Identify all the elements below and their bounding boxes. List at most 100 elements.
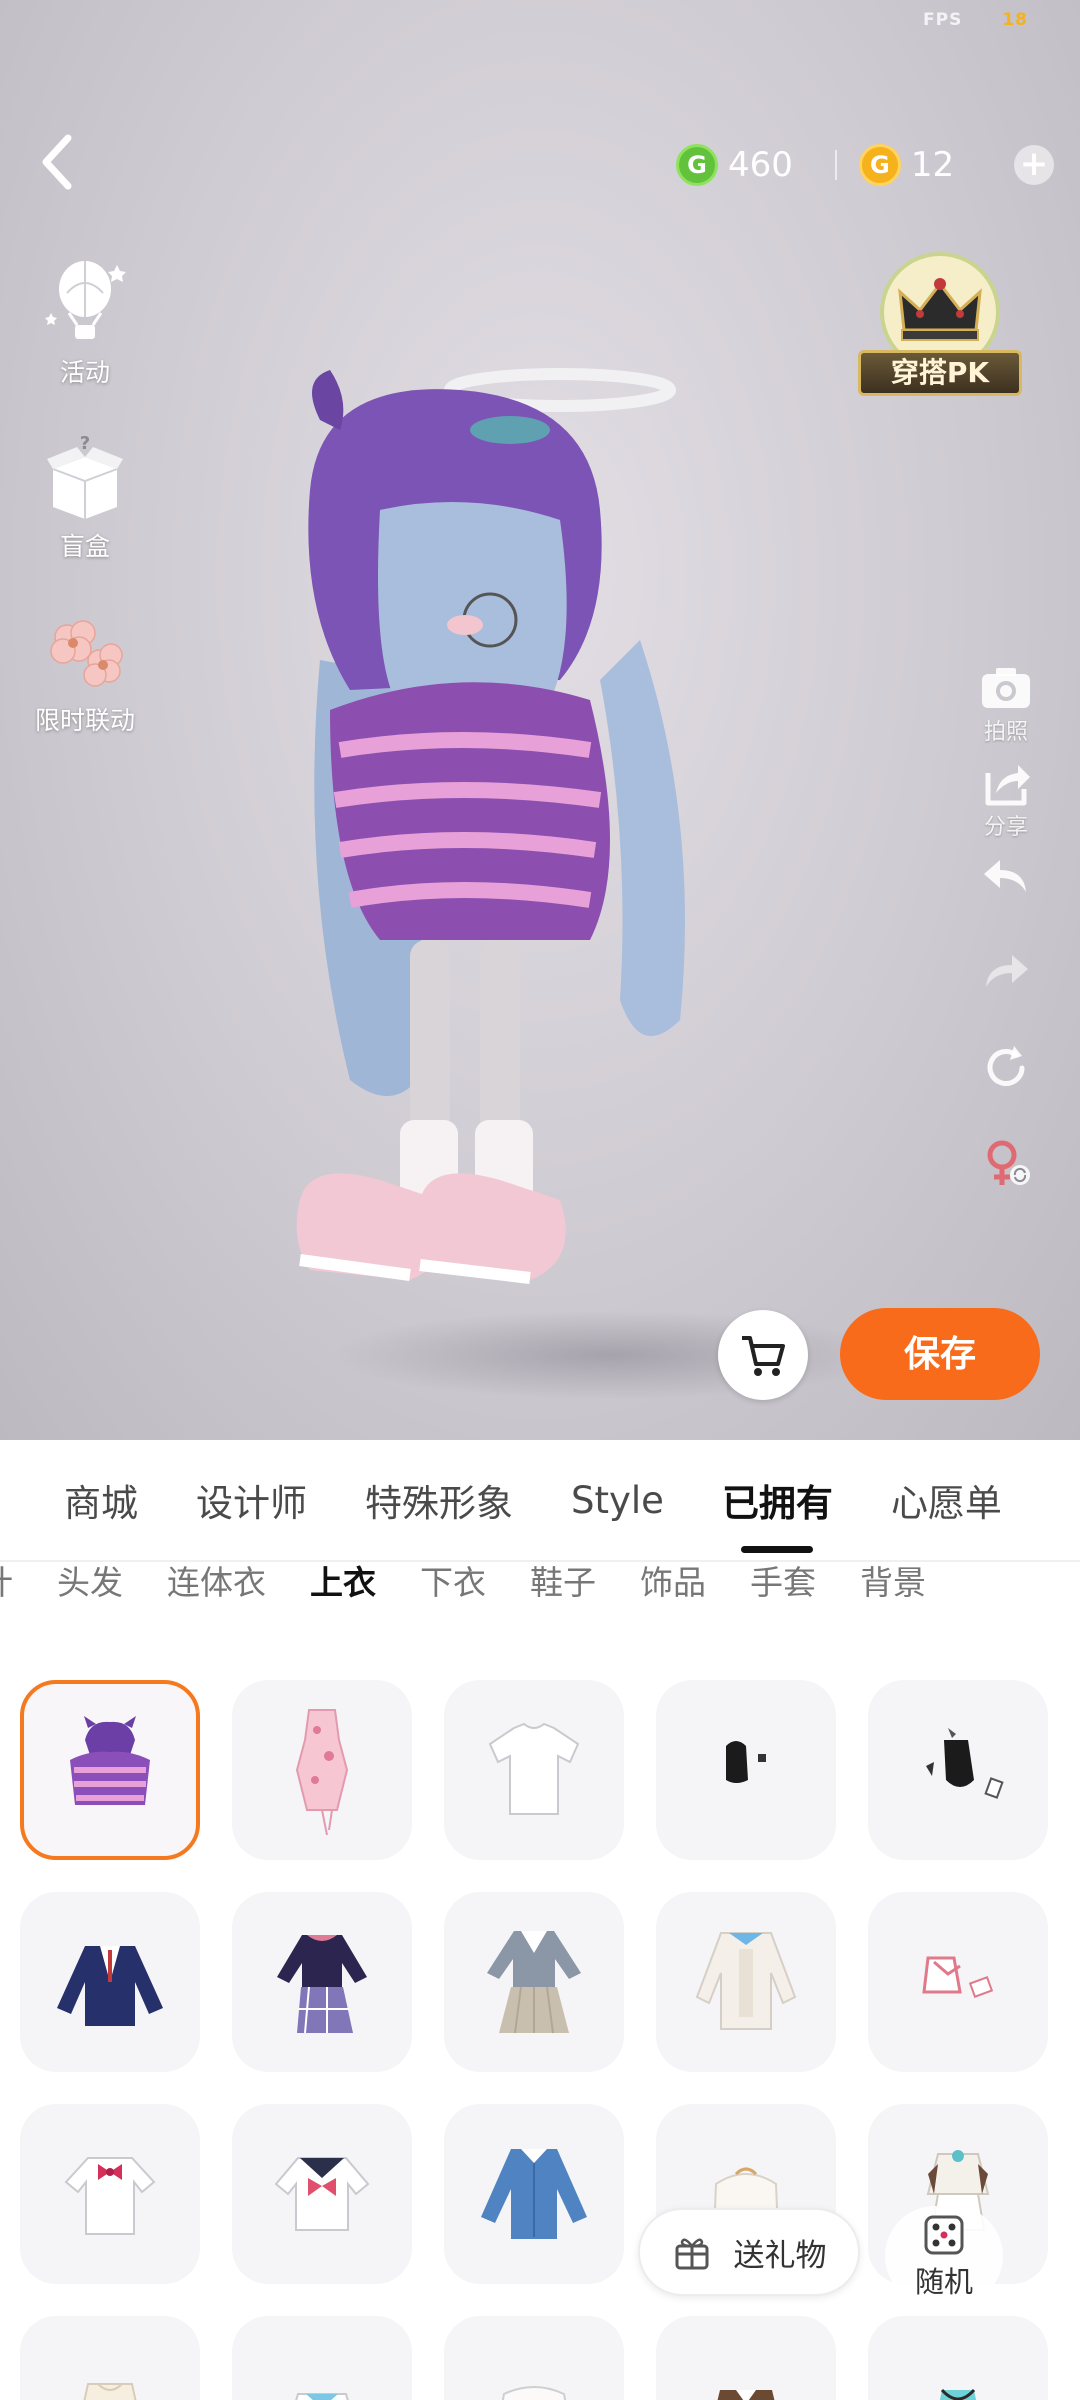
fps-value: 18: [1002, 10, 1028, 30]
menu-label-collab: 限时联动: [34, 706, 135, 735]
right-toolbar: 拍照 分享: [970, 660, 1042, 1230]
gift-icon: [675, 2238, 708, 2270]
tab-category-8[interactable]: 背景: [860, 1556, 926, 1604]
outfit-pk-label: 穿搭PK: [858, 350, 1022, 396]
photo-button[interactable]: 拍照: [970, 660, 1042, 755]
pink-crop-top-icon: [922, 1956, 994, 1998]
random-label: 随机: [914, 2265, 973, 2299]
item-navy-blazer[interactable]: [20, 1892, 200, 2072]
tab-main-4[interactable]: 已拥有: [722, 1473, 833, 1527]
item-white-open-jacket[interactable]: [656, 1892, 836, 2072]
save-button[interactable]: 保存: [840, 1308, 1040, 1400]
category-tabs: 计头发连体衣上衣下衣鞋子饰品手套背景: [0, 1540, 1080, 1620]
tab-main-2[interactable]: 特殊形象: [365, 1473, 513, 1527]
avatar-character[interactable]: [260, 360, 820, 1390]
camera-icon: [982, 668, 1030, 708]
tab-main-0[interactable]: 商城: [64, 1473, 138, 1527]
item-black-swimsuit[interactable]: [868, 1680, 1048, 1860]
item-sailor-top-pink-bow[interactable]: [232, 2104, 412, 2284]
gold-coin-amount: 12: [910, 145, 955, 185]
tab-category-1[interactable]: 头发: [57, 1556, 123, 1604]
item-purple-plaid-uniform[interactable]: [232, 1892, 412, 2072]
undo-icon: [984, 860, 1026, 892]
plaid-uniform-icon: [277, 1935, 367, 2034]
navy-blazer-icon: [57, 1946, 163, 2026]
item-blue-shirt[interactable]: [444, 2104, 624, 2284]
chevron-left-icon: [42, 134, 72, 190]
gold-coin-letter: G: [870, 151, 890, 179]
item-white-coat[interactable]: [444, 2316, 624, 2400]
tab-category-6[interactable]: 饰品: [640, 1556, 706, 1604]
fps-counter: FPS 18: [923, 10, 1028, 30]
tab-category-7[interactable]: 手套: [750, 1556, 816, 1604]
cart-button[interactable]: [718, 1310, 808, 1400]
send-gift-button[interactable]: 送礼物: [638, 2208, 860, 2296]
item-black-top-set[interactable]: [656, 1680, 836, 1860]
currency-bar: G 460 G 12: [676, 140, 954, 190]
item-cream-dress[interactable]: [20, 2316, 200, 2400]
tshirt-icon: [488, 1722, 580, 1815]
dice-icon: [924, 2215, 964, 2255]
tab-category-2[interactable]: 连体衣: [167, 1556, 266, 1604]
reset-icon: [987, 1046, 1025, 1086]
hoodie-icon: [70, 1716, 150, 1805]
grey-dress-icon: [487, 1931, 581, 2034]
item-brown-vest[interactable]: [656, 2316, 836, 2400]
cart-icon: [742, 1336, 785, 1376]
balloon-icon: [45, 261, 126, 339]
menu-item-blind-box[interactable]: ? 盲盒: [20, 429, 150, 563]
share-label: 分享: [983, 815, 1028, 840]
fps-label: FPS: [923, 10, 963, 30]
share-icon: [985, 765, 1030, 806]
sakura-icon: [50, 620, 123, 687]
tab-main-5[interactable]: 心愿单: [891, 1473, 1002, 1527]
tab-category-5[interactable]: 鞋子: [530, 1556, 596, 1604]
green-coin-amount: 460: [728, 145, 793, 185]
share-button[interactable]: 分享: [970, 755, 1042, 850]
random-outfit-button[interactable]: 随机: [885, 2206, 1003, 2306]
item-grey-sailor-dress[interactable]: [444, 1892, 624, 2072]
white-coat-icon: [501, 2386, 567, 2400]
item-white-shirt-red-bow[interactable]: [20, 2104, 200, 2284]
undo-button[interactable]: [970, 850, 1042, 945]
currency-divider: [834, 150, 837, 180]
gender-switch-button[interactable]: [970, 1135, 1042, 1230]
item-light-blue-top[interactable]: [232, 2316, 412, 2400]
green-coin-letter: G: [687, 151, 707, 179]
add-currency-button[interactable]: +: [1014, 145, 1054, 185]
back-button[interactable]: [34, 130, 86, 194]
menu-label-activity: 活动: [59, 358, 110, 387]
menu-item-activity[interactable]: 活动: [20, 255, 150, 389]
menu-label-blind-box: 盲盒: [59, 532, 110, 561]
tab-main-3[interactable]: Style: [571, 1479, 664, 1522]
black-top-icon: [726, 1741, 766, 1783]
item-purple-cat-hoodie[interactable]: [20, 1680, 200, 1860]
tab-category-0[interactable]: 计: [0, 1556, 13, 1604]
avatar-scene[interactable]: FPS 18 G 460 G 12 + 活动 ? 盲盒 限时联动 穿搭PK 拍照…: [0, 0, 1080, 1440]
left-menu: 活动 ? 盲盒 限时联动: [20, 255, 150, 777]
blind-box-icon: ?: [47, 433, 123, 519]
menu-item-collab[interactable]: 限时联动: [20, 603, 150, 737]
white-jacket-icon: [695, 1932, 797, 2030]
svg-text:?: ?: [80, 433, 90, 454]
item-pink-crop-top[interactable]: [868, 1892, 1048, 2072]
outfit-pk-badge[interactable]: 穿搭PK: [850, 248, 1030, 418]
green-coin-icon: G: [676, 144, 718, 186]
tab-main-1[interactable]: 设计师: [196, 1473, 307, 1527]
gold-coin-icon: G: [858, 144, 901, 186]
redo-icon: [986, 955, 1028, 987]
light-blue-top-icon: [295, 2393, 349, 2400]
tab-category-3[interactable]: 上衣: [310, 1556, 376, 1604]
photo-label: 拍照: [983, 720, 1028, 745]
pink-dress-icon: [295, 1709, 349, 1836]
item-pink-floral-dress[interactable]: [232, 1680, 412, 1860]
brown-vest-icon: [717, 2390, 775, 2400]
redo-button[interactable]: [970, 945, 1042, 1040]
send-gift-label: 送礼物: [733, 2237, 827, 2274]
tab-category-4[interactable]: 下衣: [420, 1556, 486, 1604]
swimsuit-icon: [926, 1728, 1004, 1799]
sailor-top-icon: [274, 2157, 370, 2231]
item-teal-top[interactable]: [868, 2316, 1048, 2400]
reset-button[interactable]: [970, 1040, 1042, 1135]
item-white-tshirt[interactable]: [444, 1680, 624, 1860]
